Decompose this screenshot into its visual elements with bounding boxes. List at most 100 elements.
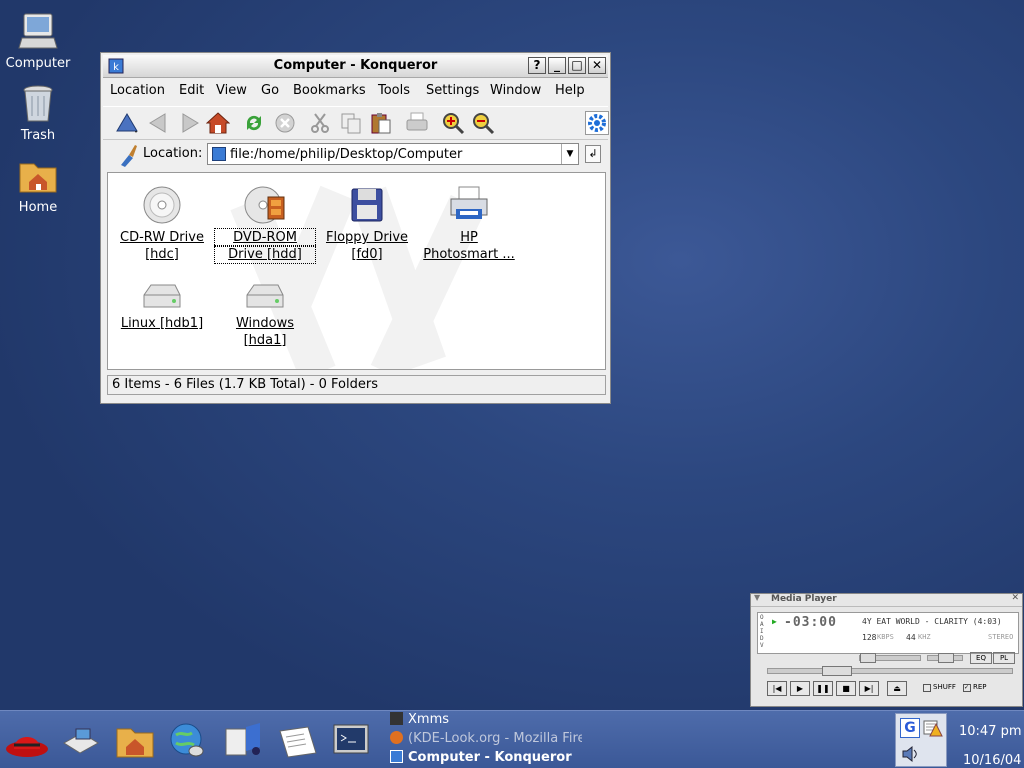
dvd-drive-icon [244,185,286,225]
seek-bar[interactable] [767,666,1013,676]
slider-thumb[interactable] [860,653,876,663]
task-mozilla[interactable]: (KDE-Look.org - Mozilla Fire [390,731,582,746]
clutterbar: OAIDV [760,614,764,649]
paste-icon[interactable] [369,111,393,135]
menu-settings[interactable]: Settings [426,83,479,98]
menu-bar: Location Edit View Go Bookmarks Tools Se… [103,79,608,103]
track-title: 4Y EAT WORLD - CLARITY (4:03) [862,617,1002,626]
task-xmms[interactable]: Xmms [390,712,449,727]
menu-go[interactable]: Go [261,83,279,98]
xmms-icon [390,712,403,725]
menu-help[interactable]: Help [555,83,585,98]
prev-button[interactable]: |◀ [767,681,787,696]
home-folder-icon [18,156,58,196]
close-icon[interactable]: ✕ [1011,593,1019,603]
konqueror-window: k Computer - Konqueror ? _ □ ✕ Location … [100,52,611,404]
volume-slider[interactable] [859,653,921,663]
desktop-icon-label: Computer [5,56,71,71]
cut-icon[interactable] [308,111,332,135]
file-item[interactable]: HP Photosmart ... [419,185,519,263]
title-bar[interactable]: k Computer - Konqueror ? _ □ ✕ [103,55,608,78]
shuffle-checkbox[interactable] [923,684,931,692]
khz-value: 44 [906,633,916,642]
update-notifier-icon[interactable] [923,718,943,738]
close-button[interactable]: ✕ [588,57,606,74]
menu-bookmarks[interactable]: Bookmarks [293,83,366,98]
home-icon[interactable] [205,111,231,135]
print-icon[interactable] [405,111,429,135]
file-item[interactable]: DVD-ROM Drive [hdd] [214,185,316,264]
seek-thumb[interactable] [822,666,852,676]
repeat-checkbox[interactable]: ✓ [963,684,971,692]
task-konqueror[interactable]: Computer - Konqueror [390,750,572,765]
menu-window[interactable]: Window [490,83,541,98]
pause-button[interactable]: ❚❚ [813,681,833,696]
menu-edit[interactable]: Edit [179,83,204,98]
file-item[interactable]: CD-RW Drive [hdc] [112,185,212,263]
back-icon[interactable] [147,111,171,135]
computer-icon [18,12,58,52]
browser-icon[interactable] [168,721,208,761]
balance-slider[interactable] [927,653,963,663]
printer-icon [448,185,490,225]
file-view[interactable]: CD-RW Drive [hdc] DVD-ROM Drive [hdd] Fl… [107,172,606,370]
gear-icon[interactable] [585,111,609,135]
desktop-icon-label: Home [18,200,58,215]
taskbar: Xmms (KDE-Look.org - Mozilla Fire Comput… [0,710,1024,768]
copy-icon[interactable] [339,111,363,135]
file-item[interactable]: Linux [hdb1] [112,281,212,332]
minimize-button[interactable]: _ [548,57,566,74]
menu-tools[interactable]: Tools [378,83,410,98]
desktop-icon-trash[interactable]: Trash [0,84,76,143]
zoom-in-icon[interactable] [441,111,465,135]
clear-location-icon[interactable] [117,143,139,167]
trash-icon [18,84,58,124]
folder-location-icon [212,147,226,161]
kbps-unit: KBPS [877,633,894,641]
office-icon[interactable] [222,721,266,761]
file-item[interactable]: Windows [hda1] [215,281,315,349]
forward-icon[interactable] [177,111,201,135]
text-editor-icon[interactable] [276,723,320,761]
home-folder-icon[interactable] [115,721,155,761]
clock-date[interactable]: 10/16/04 [963,753,1021,768]
stop-icon[interactable] [273,111,297,135]
khz-unit: KHZ [918,633,931,641]
media-player-window: ▼ Media Player ✕ OAIDV ▶ -03:00 4Y EAT W… [750,593,1023,707]
help-button[interactable]: ? [528,57,546,74]
hard-disk-icon [244,281,286,311]
chevron-down-icon[interactable]: ▼ [754,593,760,602]
system-tray: G [895,713,947,767]
desktop-icon-home[interactable]: Home [0,156,76,215]
playlist-button[interactable]: PL [993,652,1015,664]
menu-view[interactable]: View [216,83,247,98]
terminal-icon[interactable] [333,723,369,757]
control-center-icon[interactable] [60,723,100,759]
repeat-label: REP [973,683,987,691]
location-input[interactable]: file:/home/philip/Desktop/Computer ▼ [207,143,579,165]
play-button[interactable]: ▶ [790,681,810,696]
google-icon[interactable]: G [900,718,920,738]
maximize-button[interactable]: □ [568,57,586,74]
volume-icon[interactable] [900,744,920,764]
clock-time[interactable]: 10:47 pm [959,724,1022,739]
eject-button[interactable]: ⏏ [887,681,907,696]
go-icon[interactable]: ↲ [585,145,601,163]
start-menu-icon[interactable] [4,721,50,761]
reload-icon[interactable] [242,111,266,135]
media-title: Media Player [771,594,837,604]
slider-thumb[interactable] [938,653,954,663]
stop-button[interactable]: ■ [836,681,856,696]
next-button[interactable]: ▶| [859,681,879,696]
eq-button[interactable]: EQ [970,652,992,664]
konqueror-icon [390,750,403,763]
file-item[interactable]: Floppy Drive [fd0] [317,185,417,263]
menu-location[interactable]: Location [110,83,165,98]
up-icon[interactable] [115,111,139,135]
media-title-bar[interactable]: ▼ Media Player ✕ [751,593,1022,607]
location-label: Location: [143,146,203,161]
toolbar [103,106,609,140]
chevron-down-icon[interactable]: ▼ [561,144,578,164]
zoom-out-icon[interactable] [471,111,495,135]
desktop-icon-computer[interactable]: Computer [0,12,76,71]
